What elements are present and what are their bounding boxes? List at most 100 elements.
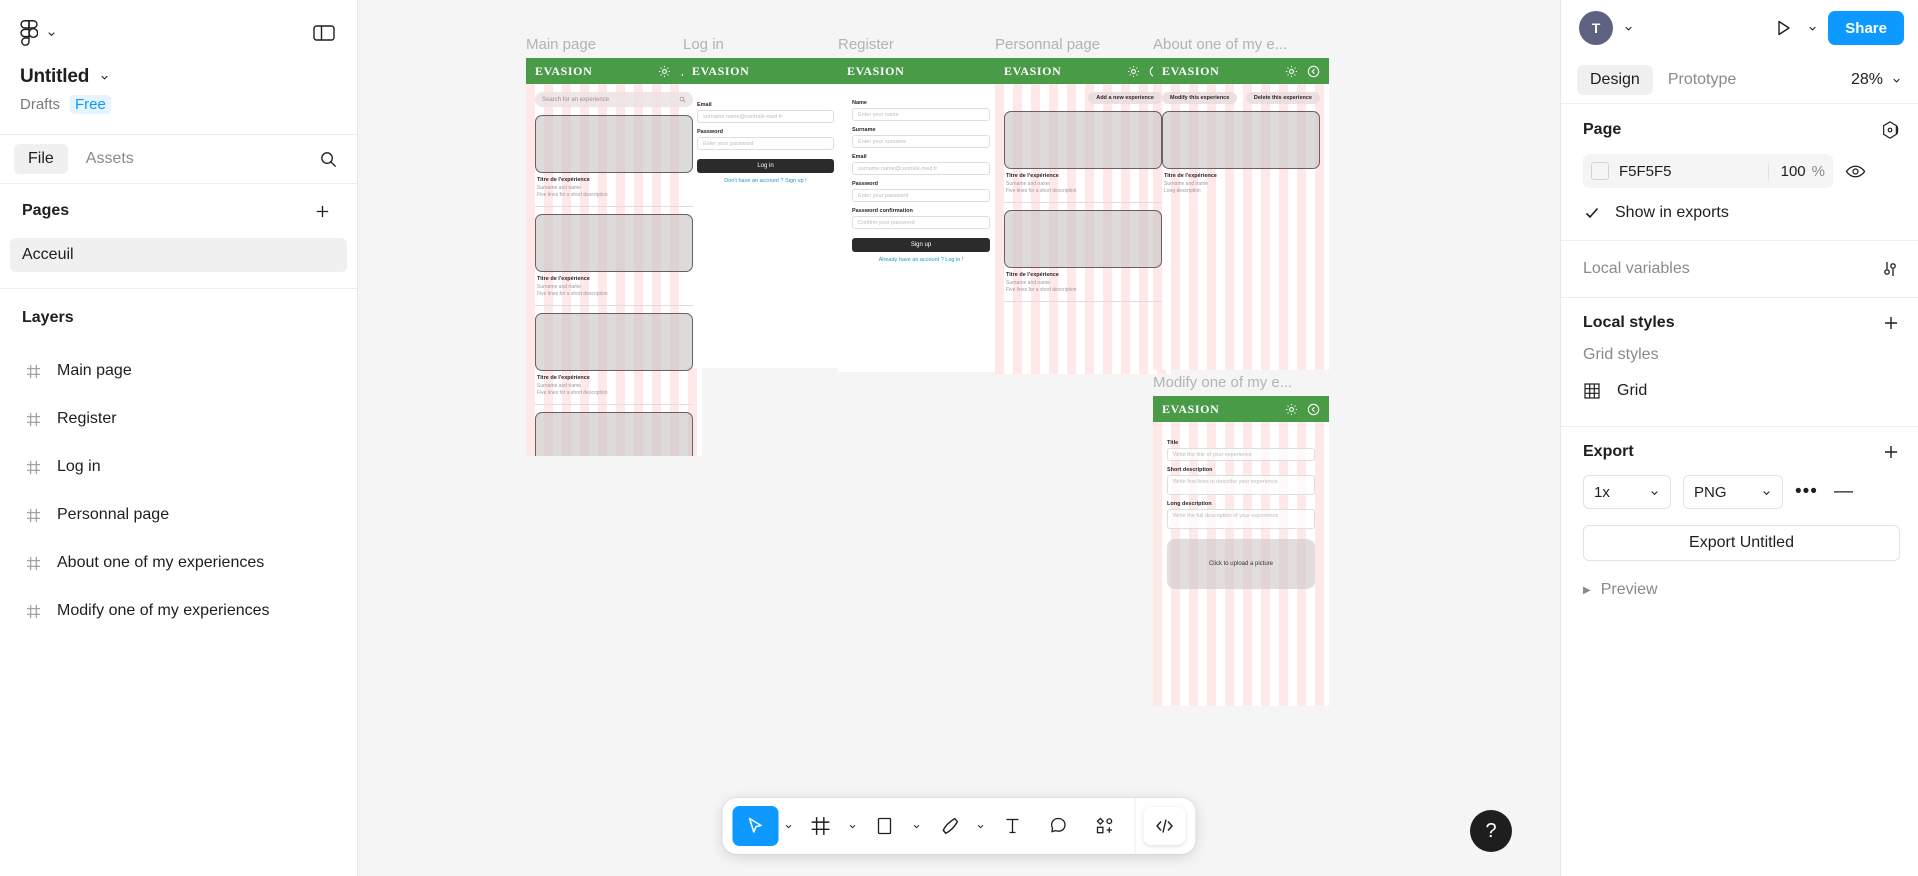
shape-tool[interactable] bbox=[863, 806, 907, 846]
delete-experience-button[interactable]: Delete this experience bbox=[1245, 92, 1320, 104]
gear-icon[interactable] bbox=[1127, 65, 1140, 78]
back-arrow-icon[interactable] bbox=[1307, 65, 1320, 78]
modify-experience-button[interactable]: Modify this experience bbox=[1162, 92, 1238, 104]
experience-image[interactable] bbox=[1004, 210, 1162, 268]
actions-tool[interactable] bbox=[1083, 806, 1127, 846]
frame-body[interactable]: EVASION Modify this experience Delete th… bbox=[1153, 58, 1329, 370]
signup-button[interactable]: Sign up bbox=[852, 238, 990, 252]
frame-modify-experience[interactable]: Modify one of my e... EVASION Title Writ… bbox=[1153, 374, 1329, 706]
frame-body[interactable]: EVASION Email surname.name@centrale-med.… bbox=[683, 58, 848, 368]
tab-design[interactable]: Design bbox=[1577, 64, 1653, 95]
drafts-link[interactable]: Drafts bbox=[20, 96, 60, 113]
frame-tool-chevron-down-icon[interactable] bbox=[845, 806, 861, 846]
password-confirmation-field[interactable]: Confirm your password bbox=[852, 216, 990, 229]
layer-item-modify-experience[interactable]: Modify one of my experiences bbox=[0, 587, 357, 635]
signup-link[interactable]: Don't have an account ? Sign up ! bbox=[697, 178, 834, 184]
frame-log-in[interactable]: Log in EVASION Email surname.name@centra… bbox=[683, 36, 848, 368]
export-scale-select[interactable]: 1x bbox=[1583, 475, 1671, 509]
layer-item-register[interactable]: Register bbox=[0, 395, 357, 443]
page-settings-icon[interactable] bbox=[1880, 120, 1900, 140]
eye-icon[interactable] bbox=[1845, 161, 1866, 182]
experience-image[interactable] bbox=[535, 412, 693, 456]
email-field[interactable]: surname.name@centrale-med.fr bbox=[697, 110, 834, 123]
email-field[interactable]: surname.name@centrale-med.fr bbox=[852, 162, 990, 175]
search-input[interactable]: Search for an experience bbox=[535, 92, 693, 107]
frame-label[interactable]: Modify one of my e... bbox=[1153, 374, 1292, 391]
page-item-acceuil[interactable]: Acceuil bbox=[10, 238, 347, 272]
search-icon[interactable] bbox=[313, 144, 343, 174]
gear-icon[interactable] bbox=[1285, 403, 1298, 416]
tab-assets[interactable]: Assets bbox=[72, 144, 148, 174]
login-button[interactable]: Log in bbox=[697, 159, 834, 173]
comment-tool[interactable] bbox=[1037, 806, 1081, 846]
share-button[interactable]: Share bbox=[1828, 11, 1904, 45]
grid-style-item[interactable]: Grid bbox=[1583, 374, 1900, 408]
experience-image[interactable] bbox=[535, 115, 693, 173]
move-tool[interactable] bbox=[732, 806, 779, 846]
frame-body[interactable]: EVASION Name Enter your name Surname Ent… bbox=[838, 58, 1004, 372]
avatar[interactable]: T bbox=[1579, 11, 1613, 45]
color-swatch[interactable] bbox=[1591, 162, 1609, 180]
frame-personnal-page[interactable]: Personnal page EVASION Add a new experie… bbox=[995, 36, 1171, 374]
add-page-button[interactable] bbox=[309, 198, 335, 224]
experience-image[interactable] bbox=[535, 214, 693, 272]
zoom-control[interactable]: 28% bbox=[1851, 71, 1902, 89]
frame-tool[interactable] bbox=[799, 806, 843, 846]
present-chevron-down-icon[interactable] bbox=[1807, 23, 1818, 34]
layer-item-main-page[interactable]: Main page bbox=[0, 347, 357, 395]
frame-body[interactable]: EVASION Title Write the title of your ex… bbox=[1153, 396, 1329, 706]
surname-field[interactable]: Enter your surname bbox=[852, 135, 990, 148]
password-field[interactable]: Enter your password bbox=[697, 137, 834, 150]
title-field[interactable]: Write the title of your experience bbox=[1167, 448, 1315, 461]
back-arrow-icon[interactable] bbox=[1307, 403, 1320, 416]
experience-card[interactable]: Titre de l'expérience Surname and name F… bbox=[535, 371, 693, 405]
frame-body[interactable]: EVASION Search for an experience Titre d… bbox=[526, 58, 702, 456]
design-canvas[interactable]: Main page EVASION Search for an experien… bbox=[358, 0, 1560, 876]
frame-main-page[interactable]: Main page EVASION Search for an experien… bbox=[526, 36, 702, 456]
experience-card[interactable]: Titre de l'expérience Surname and name F… bbox=[535, 173, 693, 207]
add-export-button[interactable] bbox=[1882, 443, 1900, 461]
frame-label[interactable]: Register bbox=[838, 36, 894, 53]
password-field[interactable]: Enter your password bbox=[852, 189, 990, 202]
variables-icon[interactable] bbox=[1880, 259, 1900, 279]
frame-register[interactable]: Register EVASION Name Enter your name Su… bbox=[838, 36, 1004, 372]
fill-opacity[interactable]: 100 % bbox=[1767, 162, 1825, 180]
remove-export-button[interactable]: — bbox=[1834, 481, 1853, 503]
preview-toggle[interactable]: ▶ Preview bbox=[1583, 581, 1900, 599]
experience-image[interactable] bbox=[1004, 111, 1162, 169]
layer-item-about-experience[interactable]: About one of my experiences bbox=[0, 539, 357, 587]
frame-about-experience[interactable]: About one of my e... EVASION Modify this… bbox=[1153, 36, 1329, 370]
export-more-options-button[interactable]: ••• bbox=[1795, 481, 1818, 503]
shape-tool-chevron-down-icon[interactable] bbox=[909, 806, 925, 846]
export-format-select[interactable]: PNG bbox=[1683, 475, 1783, 509]
frame-label[interactable]: Personnal page bbox=[995, 36, 1100, 53]
export-button[interactable]: Export Untitled bbox=[1583, 525, 1900, 561]
experience-image[interactable] bbox=[1162, 111, 1320, 169]
short-description-field[interactable]: Write few lines to describe your experie… bbox=[1167, 475, 1315, 495]
pen-tool[interactable] bbox=[927, 806, 971, 846]
tab-prototype[interactable]: Prototype bbox=[1655, 65, 1749, 95]
layer-item-personnal-page[interactable]: Personnal page bbox=[0, 491, 357, 539]
gear-icon[interactable] bbox=[1285, 65, 1298, 78]
help-button[interactable]: ? bbox=[1470, 810, 1512, 852]
file-title-row[interactable]: Untitled bbox=[20, 66, 337, 88]
add-experience-button[interactable]: Add a new experience bbox=[1088, 92, 1162, 104]
page-fill[interactable]: F5F5F5 100 % bbox=[1583, 154, 1833, 188]
present-button[interactable] bbox=[1769, 14, 1797, 42]
layer-item-log-in[interactable]: Log in bbox=[0, 443, 357, 491]
chevron-down-icon[interactable] bbox=[1623, 23, 1634, 34]
show-in-exports-row[interactable]: Show in exports bbox=[1583, 204, 1900, 222]
frame-label[interactable]: About one of my e... bbox=[1153, 36, 1287, 53]
upload-picture-button[interactable]: Click to upload a picture bbox=[1167, 539, 1315, 589]
experience-card[interactable]: Titre de l'expérience Surname and name F… bbox=[1004, 268, 1162, 302]
experience-card[interactable]: Titre de l'expérience Surname and name F… bbox=[535, 272, 693, 306]
gear-icon[interactable] bbox=[658, 65, 671, 78]
figma-home-menu[interactable] bbox=[20, 20, 57, 46]
text-tool[interactable] bbox=[991, 806, 1035, 846]
tab-file[interactable]: File bbox=[14, 144, 68, 174]
long-description-field[interactable]: Write the full description of your exper… bbox=[1167, 509, 1315, 529]
frame-label[interactable]: Log in bbox=[683, 36, 724, 53]
frame-label[interactable]: Main page bbox=[526, 36, 596, 53]
experience-card[interactable]: Titre de l'expérience Surname and name F… bbox=[1004, 169, 1162, 203]
login-link[interactable]: Already have an account ? Log in ! bbox=[852, 257, 990, 263]
